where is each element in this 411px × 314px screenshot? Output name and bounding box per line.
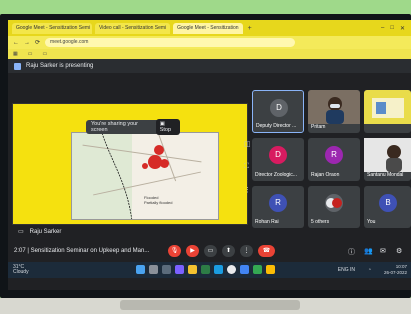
- chrome-icon[interactable]: [227, 265, 236, 274]
- group-avatar: [325, 194, 343, 212]
- participant-name: Rohan Rai: [255, 219, 279, 225]
- bookmarks-bar: ▦ ▭ ▭: [8, 49, 411, 59]
- people-icon[interactable]: 👥: [364, 247, 373, 255]
- clock-date: 26-07-2022: [383, 270, 407, 275]
- browser-tab-2[interactable]: Video call - Sensitization Semi: [95, 22, 171, 34]
- app-icon[interactable]: [240, 265, 249, 274]
- taskbar-icons: [136, 265, 275, 274]
- end-call-button[interactable]: ☎: [258, 245, 275, 257]
- participant-tile[interactable]: R Rajan Oraon: [308, 138, 360, 181]
- participant-tile[interactable]: D Director Zoologic...: [252, 138, 304, 181]
- weather-widget[interactable]: 31°C Cloudy: [8, 265, 29, 275]
- flood-map: Flooded Partially flooded: [71, 132, 219, 220]
- flood-blob: [160, 159, 169, 168]
- excel-icon[interactable]: [201, 265, 210, 274]
- participant-name: Director Zoologic...: [255, 172, 297, 178]
- participant-name: Santanu Mondal: [367, 172, 404, 178]
- avatar: B: [379, 194, 397, 212]
- avatar: R: [325, 146, 343, 164]
- captions-button[interactable]: ▭: [204, 245, 217, 257]
- participant-video: [308, 90, 360, 124]
- new-tab-icon[interactable]: +: [248, 25, 252, 32]
- browser-tab-3[interactable]: Google Meet - Sensitization: [173, 22, 243, 34]
- bookmark-icon[interactable]: ▭: [42, 51, 47, 57]
- stop-sharing-button[interactable]: ▣ Stop: [155, 119, 180, 135]
- task-view-icon[interactable]: [162, 265, 171, 274]
- present-icon: [14, 62, 21, 70]
- coastline: [101, 133, 133, 219]
- minimize-icon[interactable]: –: [381, 25, 384, 32]
- participant-name: Rajan Oraon: [311, 172, 340, 178]
- participant-tile[interactable]: 5 others: [308, 186, 360, 228]
- taskbar: 31°C Cloudy ENG IN ◔ 10:07 26-07-2022: [8, 262, 411, 278]
- app-icon[interactable]: [266, 265, 275, 274]
- browser-tab-bar: Google Meet - Sensitization Semi Video c…: [8, 20, 411, 36]
- mic-off-button[interactable]: 🎙: [168, 245, 181, 257]
- participant-name: 5 others: [311, 219, 330, 225]
- participant-tile[interactable]: B You: [364, 186, 411, 228]
- flood-blob: [142, 163, 148, 169]
- avatar: R: [269, 194, 287, 212]
- meeting-title: 2:07 | Sensitization Seminar on Upkeep a…: [14, 248, 150, 254]
- clock[interactable]: 10:07 26-07-2022: [384, 264, 407, 276]
- participant-tile[interactable]: Santanu Mondal: [364, 138, 411, 181]
- reload-icon[interactable]: ⟳: [35, 39, 40, 46]
- teams-icon[interactable]: [175, 265, 184, 274]
- participant-video: [364, 138, 411, 172]
- stop-label: Stop: [159, 127, 172, 133]
- presenting-text: Raju Sarker is presenting: [26, 63, 94, 69]
- expand-icon[interactable]: ⛶: [244, 163, 251, 171]
- folder-icon[interactable]: [188, 265, 197, 274]
- presenter-label: ▭ Raju Sarker: [18, 228, 62, 236]
- map-legend: Flooded Partially flooded: [144, 195, 172, 205]
- back-icon[interactable]: ←: [13, 40, 19, 46]
- wifi-icon[interactable]: ◔: [368, 267, 371, 273]
- legend-partial: Partially flooded: [144, 200, 173, 205]
- search-icon[interactable]: [149, 265, 158, 274]
- window-controls: – □ ✕: [381, 25, 411, 32]
- forward-icon[interactable]: →: [24, 40, 30, 46]
- edge-icon[interactable]: [214, 265, 223, 274]
- sharing-text: You're sharing your screen: [91, 121, 139, 133]
- close-icon[interactable]: ✕: [400, 25, 405, 32]
- participant-name: You: [367, 219, 376, 225]
- presenting-bar: Raju Sarker is presenting: [8, 59, 411, 73]
- apps-icon[interactable]: ▦: [13, 51, 18, 57]
- screen: Google Meet - Sensitization Semi Video c…: [8, 20, 411, 290]
- weather-text: Cloudy: [13, 269, 29, 275]
- sharing-notice: You're sharing your screen ▣ Stop: [86, 119, 180, 135]
- bookmark-icon[interactable]: ▭: [28, 51, 33, 57]
- participant-video: [364, 90, 411, 124]
- activities-icon[interactable]: ⚙: [396, 247, 402, 255]
- monitor-stand-base: [120, 300, 300, 310]
- start-icon[interactable]: [136, 265, 145, 274]
- camera-off-button[interactable]: ▶: [186, 245, 199, 257]
- participant-name: Deputy Director ...: [256, 123, 297, 129]
- maximize-icon[interactable]: □: [390, 25, 394, 32]
- monitor-frame: Google Meet - Sensitization Semi Video c…: [0, 14, 411, 298]
- participant-tile[interactable]: [364, 90, 411, 133]
- chat-icon[interactable]: ✉: [380, 247, 386, 255]
- info-icon[interactable]: ⓘ: [348, 247, 355, 257]
- address-bar: ← → ⟳ meet.google.com: [8, 36, 411, 49]
- participant-tile[interactable]: Pritam: [308, 90, 360, 133]
- more-options-button[interactable]: ⋮: [240, 245, 253, 257]
- url-field[interactable]: meet.google.com: [45, 38, 296, 47]
- flood-blob: [154, 145, 164, 155]
- pin-icon[interactable]: ◫: [244, 140, 251, 148]
- more-icon[interactable]: ⋮: [244, 186, 251, 194]
- app-icon[interactable]: [253, 265, 262, 274]
- browser-tab-1[interactable]: Google Meet - Sensitization Semi: [12, 22, 92, 34]
- avatar: D: [270, 99, 288, 117]
- avatar: D: [269, 146, 287, 164]
- participant-tile[interactable]: D Deputy Director ...: [252, 90, 304, 133]
- participant-name: Pritam: [311, 124, 326, 130]
- presenter-name: Raju Sarker: [29, 228, 62, 235]
- screen-icon: ▭: [18, 229, 24, 235]
- tray-lang[interactable]: ENG IN: [338, 267, 355, 273]
- side-icons: ◫ ⛶ ⋮: [244, 140, 251, 194]
- present-button[interactable]: ⬆: [222, 245, 235, 257]
- participant-tile[interactable]: R Rohan Rai: [252, 186, 304, 228]
